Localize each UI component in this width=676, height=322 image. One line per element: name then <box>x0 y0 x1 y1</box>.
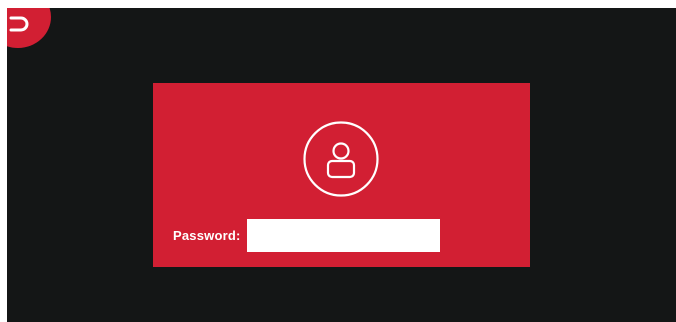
brand-logo-icon <box>7 8 51 48</box>
login-panel: Password: <box>153 83 530 267</box>
user-avatar-icon <box>302 120 380 198</box>
login-screen: Password: <box>7 8 676 322</box>
password-label: Password: <box>173 228 241 243</box>
password-input[interactable] <box>247 219 440 252</box>
